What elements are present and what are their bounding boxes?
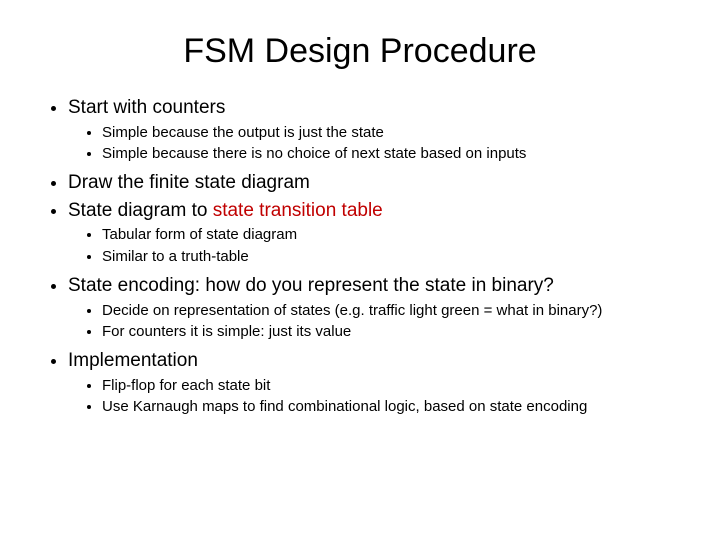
sub-bullet: For counters it is simple: just its valu… [102, 322, 680, 342]
bullet-state-transition: State diagram to state transition table … [68, 198, 680, 267]
bullet-text: Implementation [68, 350, 198, 371]
bullet-state-encoding: State encoding: how do you represent the… [68, 273, 680, 342]
bullet-text: State encoding: how do you represent the… [68, 275, 554, 296]
sub-bullet: Similar to a truth-table [102, 247, 680, 267]
sub-bullet: Simple because the output is just the st… [102, 123, 680, 143]
slide: FSM Design Procedure Start with counters… [0, 0, 720, 443]
slide-title: FSM Design Procedure [40, 32, 680, 71]
sub-bullet: Tabular form of state diagram [102, 225, 680, 245]
bullet-text: Start with counters [68, 97, 225, 118]
bullet-text-pre: State diagram to [68, 200, 213, 221]
bullet-draw-diagram: Draw the finite state diagram [68, 170, 680, 196]
sub-bullet: Simple because there is no choice of nex… [102, 144, 680, 164]
sub-bullet: Decide on representation of states (e.g.… [102, 301, 680, 321]
sub-list: Decide on representation of states (e.g.… [68, 301, 680, 343]
sub-bullet: Use Karnaugh maps to find combinational … [102, 397, 680, 417]
bullet-list: Start with counters Simple because the o… [40, 95, 680, 417]
sub-list: Simple because the output is just the st… [68, 123, 680, 165]
bullet-start-counters: Start with counters Simple because the o… [68, 95, 680, 164]
sub-list: Tabular form of state diagram Similar to… [68, 225, 680, 267]
sub-list: Flip-flop for each state bit Use Karnaug… [68, 376, 680, 418]
bullet-implementation: Implementation Flip-flop for each state … [68, 348, 680, 417]
sub-bullet: Flip-flop for each state bit [102, 376, 680, 396]
bullet-text-highlight: state transition table [213, 200, 383, 221]
